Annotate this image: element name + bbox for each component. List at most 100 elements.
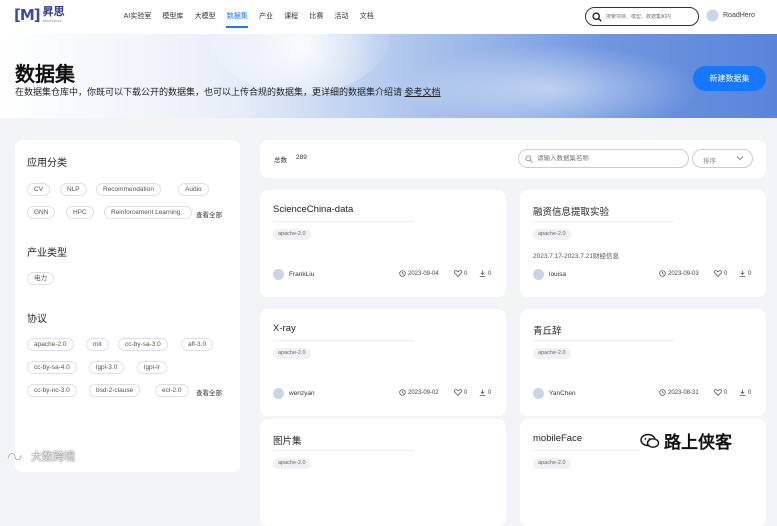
filter-tag[interactable]: afl-3.0 [181,338,214,351]
author-name[interactable]: wenzyan [289,390,315,397]
reference-docs-link[interactable]: 参考文档 [405,87,441,97]
filter-tag[interactable]: CV [27,183,51,196]
likes-meta[interactable]: 0 [454,270,467,277]
likes-meta[interactable]: 0 [454,389,467,396]
clock-icon [659,389,666,396]
filter-tag[interactable]: cc-by-nc-3.0 [27,384,77,397]
update-date: 2023-08-31 [668,389,699,396]
filter-tag[interactable]: mit [86,338,109,351]
dataset-title[interactable]: ScienceChina-data [273,204,353,215]
menu-item-events[interactable]: 活动 [329,0,354,34]
nav-search-input[interactable] [606,13,690,20]
license-see-all-link[interactable]: 查看全部 [196,387,222,397]
download-count: 0 [748,389,752,396]
avatar [273,388,284,399]
clock-icon [659,270,666,277]
downloads-meta[interactable]: 0 [739,270,751,277]
menu-item-courses[interactable]: 课程 [279,0,304,34]
filter-tag[interactable]: cc-by-sa-4.0 [27,361,77,374]
update-date: 2023-09-04 [408,270,439,277]
date-meta: 2023-08-31 [659,389,699,396]
dataset-title[interactable]: 图片集 [273,433,302,447]
filter-tag[interactable]: GNN [27,206,56,219]
filter-tag[interactable]: lgpl-3.0 [89,361,125,374]
filter-tag[interactable]: Reinforcement Learning [104,206,192,219]
watermark-logo-icon [6,452,23,461]
filter-tag[interactable]: 电力 [27,272,54,285]
filter-tag[interactable]: Audio [178,183,209,196]
filter-tag[interactable]: apache-2.0 [27,338,74,351]
divider [273,340,414,341]
license-badge: apache-2.0 [533,348,571,359]
heart-icon [454,270,462,277]
license-badge: apache-2.0 [273,458,311,469]
downloads-meta[interactable]: 0 [479,389,491,396]
watermark-left-text: 大数跨境 [31,451,75,463]
menu-item-datasets[interactable]: 数据集 [221,0,253,34]
avatar [533,269,544,280]
list-toolbar: 总数 289 排序 [260,140,766,178]
filter-tag[interactable]: lgpl-lr [137,361,167,374]
filter-tag[interactable]: HPC [66,206,94,219]
dataset-card[interactable]: 图片集 apache-2.0 [260,419,506,526]
likes-meta[interactable]: 0 [714,270,727,277]
filter-tag[interactable]: cc-by-sa-3.0 [118,338,168,351]
main-menu: AI实验室 模型库 大模型 数据集 产业 课程 比赛 活动 文档 [118,0,379,34]
card-footer: wenzyan 2023-09-02 0 0 [273,388,494,400]
watermark-left: 大数跨境 [6,448,75,464]
dataset-card[interactable]: X-ray apache-2.0 wenzyan 2023-09-02 0 0 [260,309,506,416]
dataset-description: 2023.7.17-2023.7.21财经信息 [533,253,619,260]
sort-label: 排序 [703,158,716,165]
dataset-card[interactable]: 青丘辞 apache-2.0 YanChen 2023-08-31 0 0 [520,309,766,416]
wechat-icon [640,433,660,448]
filter-tag[interactable]: ecl-2.0 [155,384,189,397]
app-see-all-link[interactable]: 查看全部 [196,209,222,219]
logo-en: MindSpore [42,18,62,23]
dataset-card[interactable]: ScienceChina-data apache-2.0 FrankLiu 20… [260,190,506,297]
dataset-title[interactable]: mobileFace [533,433,582,444]
menu-item-competitions[interactable]: 比赛 [304,0,329,34]
user-menu[interactable]: RoadHero [706,9,755,22]
dataset-search-box[interactable] [518,149,689,168]
menu-item-industry[interactable]: 产业 [253,0,278,34]
nav-search-box[interactable] [585,7,699,26]
dataset-search-input[interactable] [537,155,677,162]
chevron-down-icon [736,156,744,161]
dataset-card[interactable]: 融资信息提取实验 apache-2.0 2023.7.17-2023.7.21财经… [520,190,766,297]
download-icon [739,389,746,396]
menu-item-docs[interactable]: 文档 [354,0,379,34]
dataset-title[interactable]: 青丘辞 [533,323,562,337]
filter-tag[interactable]: bsd-2-clause [89,384,141,397]
heart-icon [714,389,722,396]
author-name[interactable]: YanChen [549,390,576,397]
like-count: 0 [724,389,728,396]
heart-icon [714,270,722,277]
menu-item-large-models[interactable]: 大模型 [189,0,221,34]
menu-item-models[interactable]: 模型库 [157,0,189,34]
new-dataset-button[interactable]: 新建数据集 [693,66,766,91]
top-nav: [M] 昇思 MindSpore AI实验室 模型库 大模型 数据集 产业 课程… [0,0,777,34]
card-footer: YanChen 2023-08-31 0 0 [533,388,754,400]
download-icon [479,270,486,277]
likes-meta[interactable]: 0 [714,389,727,396]
license-badge: apache-2.0 [273,348,311,359]
author-name[interactable]: louisa [549,271,566,278]
page-description-text: 在数据集仓库中，你既可以下载公开的数据集，也可以上传合规的数据集，更详细的数据集… [15,87,403,97]
logo[interactable]: [M] 昇思 MindSpore [14,6,65,24]
avatar [273,269,284,280]
license-title: 协议 [27,314,47,325]
filter-tag[interactable]: NLP [60,183,87,196]
divider [533,340,674,341]
downloads-meta[interactable]: 0 [479,270,491,277]
menu-item-ai-lab[interactable]: AI实验室 [118,0,157,34]
dataset-title[interactable]: X-ray [273,323,296,334]
dataset-title[interactable]: 融资信息提取实验 [533,204,609,218]
filter-tag[interactable]: Recommendation [96,183,161,196]
sort-select[interactable]: 排序 [692,149,753,168]
downloads-meta[interactable]: 0 [739,389,751,396]
hero-banner: 数据集 在数据集仓库中，你既可以下载公开的数据集，也可以上传合规的数据集，更详细… [0,34,777,118]
date-meta: 2023-09-02 [399,389,439,396]
author-name[interactable]: FrankLiu [289,271,314,278]
download-count: 0 [748,270,752,277]
divider [273,450,414,451]
